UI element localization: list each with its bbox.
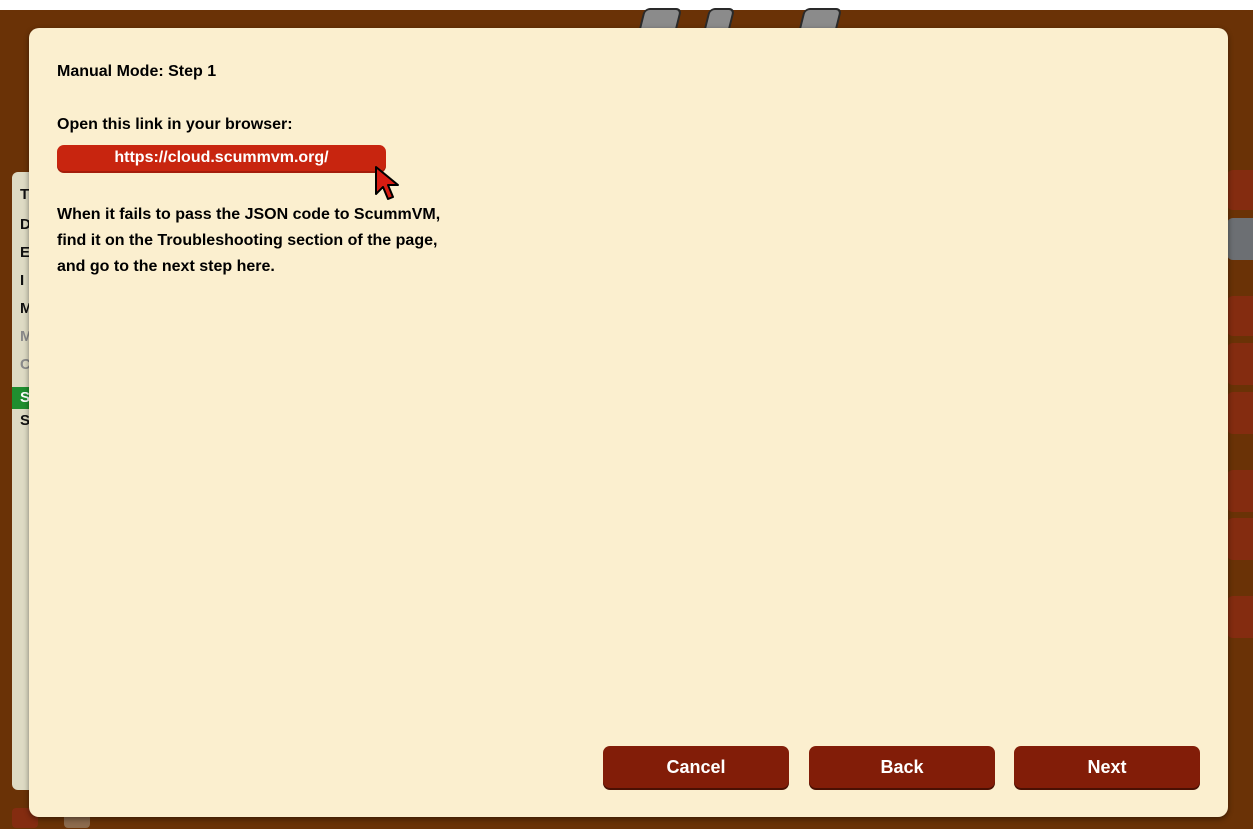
open-link-button[interactable]: https://cloud.scummvm.org/	[57, 145, 386, 173]
background-button	[1227, 518, 1253, 560]
manual-mode-dialog: Manual Mode: Step 1 Open this link in yo…	[29, 28, 1228, 817]
dialog-title: Manual Mode: Step 1	[57, 63, 217, 80]
background-button	[1227, 596, 1253, 638]
background-top-strip	[0, 0, 1253, 10]
instruction-label: Open this link in your browser:	[57, 116, 293, 133]
arrow-cursor-icon	[375, 166, 399, 200]
background-button	[1227, 170, 1253, 210]
background-button	[1227, 392, 1253, 434]
background-button	[1227, 470, 1253, 512]
cancel-button[interactable]: Cancel	[603, 746, 789, 788]
background-button	[1227, 343, 1253, 385]
help-line: When it fails to pass the JSON code to S…	[57, 206, 441, 223]
list-item: I	[20, 272, 25, 289]
back-button[interactable]: Back	[809, 746, 995, 788]
help-line: and go to the next step here.	[57, 258, 275, 275]
help-line: find it on the Troubleshooting section o…	[57, 232, 438, 249]
background-button	[1227, 218, 1253, 260]
next-button[interactable]: Next	[1014, 746, 1200, 788]
help-text: When it fails to pass the JSON code to S…	[57, 202, 617, 280]
background-dropdown	[1227, 296, 1253, 336]
list-item: T	[20, 186, 30, 203]
